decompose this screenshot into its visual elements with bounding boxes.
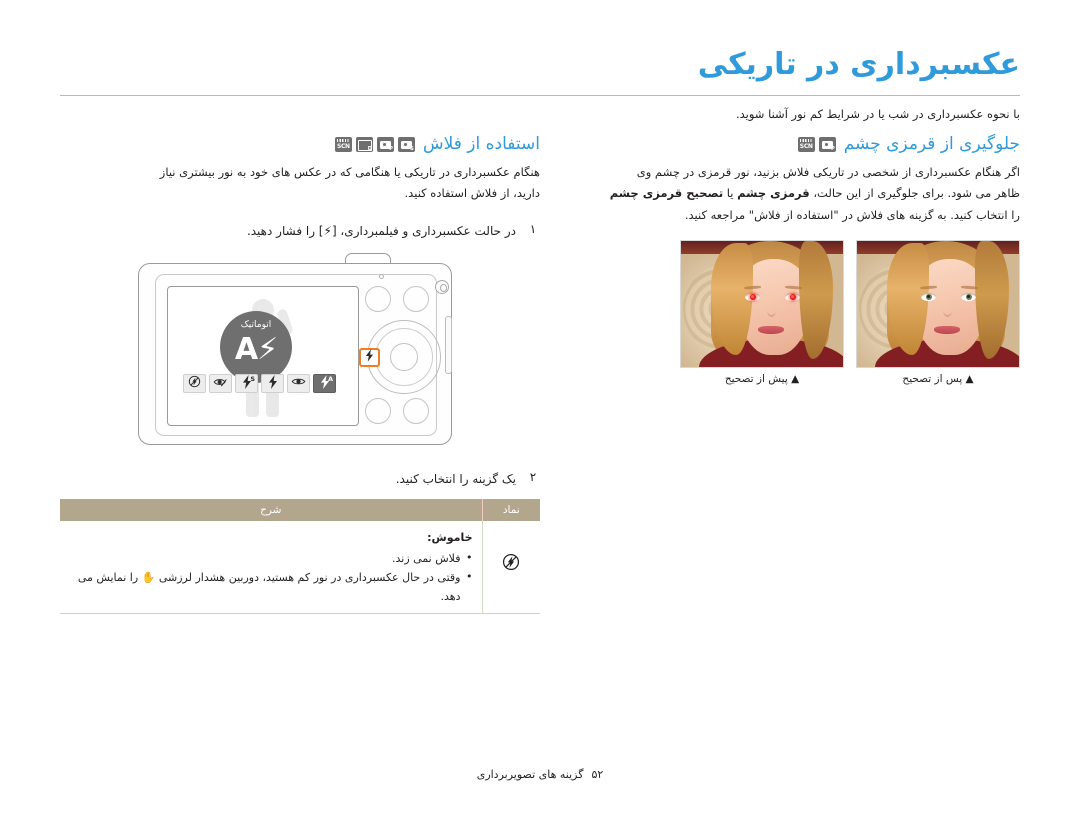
title-divider — [60, 95, 1020, 96]
slow-sync-superscript: S — [250, 374, 255, 383]
footer-page-number: ۵۲ — [591, 768, 604, 781]
right-eye-red — [785, 292, 800, 301]
flash-options-table: نماد شرح خاموش: • فلاش نمی زند. • وقتی د… — [60, 499, 540, 614]
smart-auto-badge: S — [397, 136, 415, 152]
table-row: خاموش: فلاش نمی زند. وقتی در حال عکسبردا… — [60, 521, 540, 614]
step-2: ۲ یک گزینه را انتخاب کنید. — [60, 469, 540, 489]
red-eye-p2-bold-2: تصحیح قرمزی چشم — [609, 186, 724, 201]
table-header-row: نماد شرح — [60, 499, 540, 522]
after-correction-caption: ▲ پس از تصحیح — [902, 372, 974, 385]
camera-status-led — [379, 273, 384, 279]
scene-mode-badge: SCN — [797, 136, 815, 152]
auto-flash-bubble: اتوماتیک ⚡A — [220, 310, 292, 383]
flash-button-icon — [365, 349, 374, 365]
camera-lcd-screen: اتوماتیک ⚡A S A — [167, 285, 359, 426]
fill-in-flash-option[interactable] — [261, 373, 284, 393]
camera-back-illustration: اتوماتیک ⚡A S A — [130, 252, 470, 453]
step-2-number: ۲ — [529, 469, 537, 484]
red-eye-paragraph-3: را انتخاب کنید. به گزینه های فلاش در "اس… — [684, 207, 1020, 222]
step-1: ۱ در حالت عکسبرداری و فیلمبرداری، [⚡] را… — [60, 221, 540, 241]
flash-paragraph-2: دارید، از فلاش استفاده کنید. — [404, 186, 540, 201]
slow-sync-option[interactable]: S — [235, 373, 258, 393]
step-2-text: یک گزینه را انتخاب کنید. — [395, 471, 516, 486]
camera-button-top-left[interactable] — [365, 285, 391, 312]
option-title: خاموش: — [427, 531, 473, 545]
right-column: جلوگیری از قرمزی چشم P SCN اگر هنگام عکس… — [540, 134, 1020, 385]
auto-flash-bubble-icon: ⚡A — [234, 331, 278, 367]
camera-strap-eyelet — [435, 279, 449, 294]
flash-body: هنگام عکسبرداری در تاریکی یا هنگامی که د… — [60, 162, 540, 205]
step-1-number: ۱ — [529, 221, 537, 236]
left-column: استفاده از فلاش S P D SCN هنگام عکسبردار… — [60, 134, 540, 614]
flash-button-highlight[interactable] — [359, 347, 380, 367]
program-mode-badge: P — [818, 136, 836, 152]
red-eye-comparison-photos: ▲ پس از تصحیح ▲ پیش از تصحیح — [540, 239, 1020, 385]
manual-page: عکسبرداری در تاریکی با نحوه عکسبرداری در… — [0, 0, 1080, 815]
red-eye-fix-option[interactable] — [209, 373, 232, 393]
step-1-text: در حالت عکسبرداری و فیلمبرداری، [⚡] را ف… — [60, 221, 516, 241]
red-eye-fix-icon — [213, 376, 228, 391]
camera-ok-button[interactable] — [390, 342, 418, 371]
red-eye-section-header: جلوگیری از قرمزی چشم P SCN — [540, 134, 1020, 154]
red-eye-paragraph-1: اگر هنگام عکسبرداری از شخصی در تاریکی فل… — [636, 165, 1020, 179]
camera-side-grip — [445, 315, 452, 374]
before-correction-photo — [680, 239, 844, 368]
flash-section-title: استفاده از فلاش — [422, 134, 540, 154]
flash-off-icon — [502, 554, 520, 576]
red-eye-p2-c: یا — [723, 186, 738, 201]
flash-off-option[interactable] — [183, 373, 206, 393]
flash-paragraph-1: هنگام عکسبرداری در تاریکی یا هنگامی که د… — [159, 165, 540, 179]
camera-body: اتوماتیک ⚡A S A — [138, 262, 452, 445]
red-eye-paragraph-2: ظاهر می شود. برای جلوگیری از این حالت، ق… — [540, 183, 1020, 204]
before-correction-cell: ▲ پیش از تصحیح — [680, 239, 844, 385]
red-eye-option[interactable] — [287, 373, 310, 393]
before-correction-caption: ▲ پیش از تصحیح — [724, 372, 800, 385]
table-header-icon: نماد — [481, 499, 540, 522]
left-eye-red — [745, 292, 760, 301]
red-eye-p2-a: ظاهر می شود. برای جلوگیری از این حالت، — [809, 186, 1020, 201]
table-header-description: شرح — [60, 499, 482, 522]
left-eye-normal — [921, 292, 936, 301]
flash-off-icon — [188, 375, 201, 391]
flash-mode-badges: S P D SCN — [334, 136, 415, 152]
flash-section-header: استفاده از فلاش S P D SCN — [60, 134, 540, 154]
step-1-text-a: در حالت عکسبرداری و فیلمبرداری، [ — [331, 223, 516, 238]
page-footer: ۵۲ گزینه های تصویربرداری — [0, 768, 1080, 781]
intro-paragraph: با نحوه عکسبرداری در شب یا در شرایط کم ن… — [735, 107, 1020, 121]
red-eye-icon — [291, 376, 306, 390]
table-cell-description: خاموش: فلاش نمی زند. وقتی در حال عکسبردا… — [60, 521, 482, 614]
list-item: فلاش نمی زند. — [69, 548, 473, 568]
after-correction-photo — [856, 239, 1020, 368]
flash-button-key-icon: ⚡ — [323, 223, 332, 238]
right-eye-normal — [961, 292, 976, 301]
table-cell-icon — [481, 521, 540, 614]
red-eye-body: اگر هنگام عکسبرداری از شخصی در تاریکی فل… — [540, 162, 1020, 226]
page-title: عکسبرداری در تاریکی — [697, 47, 1020, 82]
program-mode-badge: P — [376, 136, 394, 152]
footer-section-name: گزینه های تصویربرداری — [476, 768, 584, 781]
auto-flash-superscript: A — [327, 374, 333, 383]
camera-button-bottom-left[interactable] — [365, 397, 391, 424]
red-eye-mode-badges: P SCN — [797, 136, 836, 152]
fill-flash-icon — [268, 374, 278, 392]
dual-is-badge: D — [355, 136, 373, 152]
auto-flash-bubble-label: اتوماتیک — [240, 319, 272, 330]
camera-button-top-right[interactable] — [403, 285, 429, 312]
camera-button-bottom-right[interactable] — [403, 397, 429, 424]
option-bullet-list: فلاش نمی زند. وقتی در حال عکسبرداری در ن… — [69, 548, 473, 607]
red-eye-section-title: جلوگیری از قرمزی چشم — [843, 134, 1020, 154]
flash-option-strip: S A — [183, 373, 336, 393]
list-item: وقتی در حال عکسبرداری در نور کم هستید، د… — [69, 567, 473, 607]
auto-flash-option[interactable]: A — [313, 373, 336, 393]
scene-mode-badge: SCN — [334, 136, 352, 152]
red-eye-p2-bold-1: قرمزی چشم — [737, 186, 810, 201]
after-correction-cell: ▲ پس از تصحیح — [856, 239, 1020, 385]
step-1-text-b: ] را فشار دهید. — [246, 223, 324, 238]
